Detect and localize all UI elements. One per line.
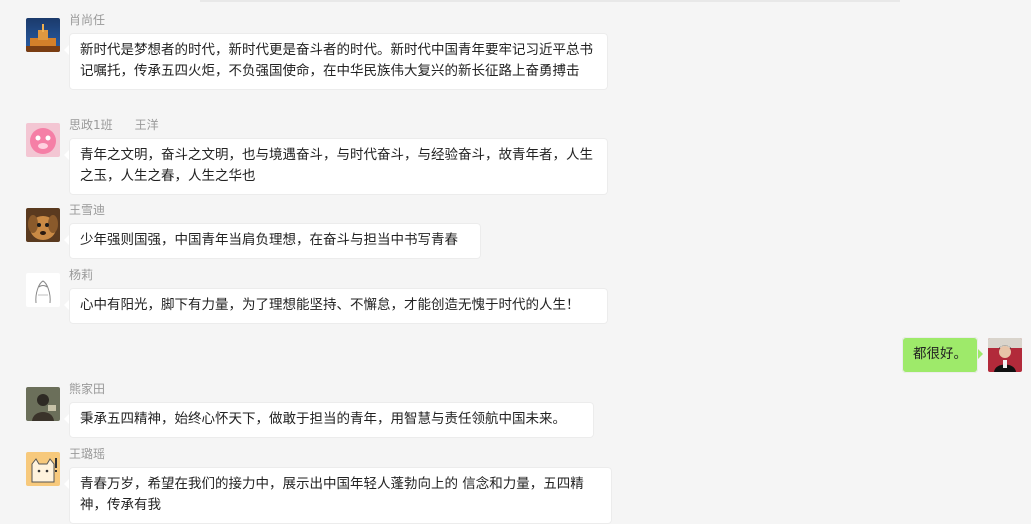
sender-group: 思政1班 [69,118,113,132]
message-bubble[interactable]: 青年之文明，奋斗之文明，也与境遇奋斗，与时代奋斗，与经验奋斗，故青年者，人生之玉… [64,138,608,195]
dog-avatar[interactable] [26,208,60,242]
message-bubble[interactable]: 青春万岁，希望在我们的接力中，展示出中国年轻人蓬勃向上的 信念和力量，五四精神，… [64,467,612,524]
sender-name: 王雪迪 [69,203,106,217]
message-bubble[interactable]: 新时代是梦想者的时代，新时代更是奋斗者的时代。新时代中国青年要牢记习近平总书记嘱… [64,33,608,90]
self-portrait-avatar[interactable] [988,338,1022,372]
line-sketch-avatar[interactable] [26,273,60,307]
message-bubble-self[interactable]: 都很好。 [902,337,983,373]
sender-name: 熊家田 [69,382,106,396]
city-night-avatar[interactable] [26,18,60,52]
person-dark-avatar[interactable] [26,387,60,421]
sender-real-name: 王洋 [134,118,159,132]
message-bubble[interactable]: 秉承五四精神，始终心怀天下，做敢于担当的青年，用智慧与责任领航中国未来。 [64,402,594,438]
top-divider [200,0,900,2]
sender-name: 王璐瑶 [69,447,106,461]
pink-cartoon-avatar[interactable] [26,123,60,157]
cat-cartoon-avatar[interactable] [26,452,60,486]
sender-name: 杨莉 [69,268,94,282]
sender-name: 肖尚任 [69,13,106,27]
message-bubble[interactable]: 心中有阳光，脚下有力量，为了理想能坚持、不懈怠，才能创造无愧于时代的人生！ [64,288,608,324]
sender-name: 思政1班 王洋 [69,118,159,132]
message-bubble[interactable]: 少年强则国强，中国青年当肩负理想，在奋斗与担当中书写青春 [64,223,481,259]
